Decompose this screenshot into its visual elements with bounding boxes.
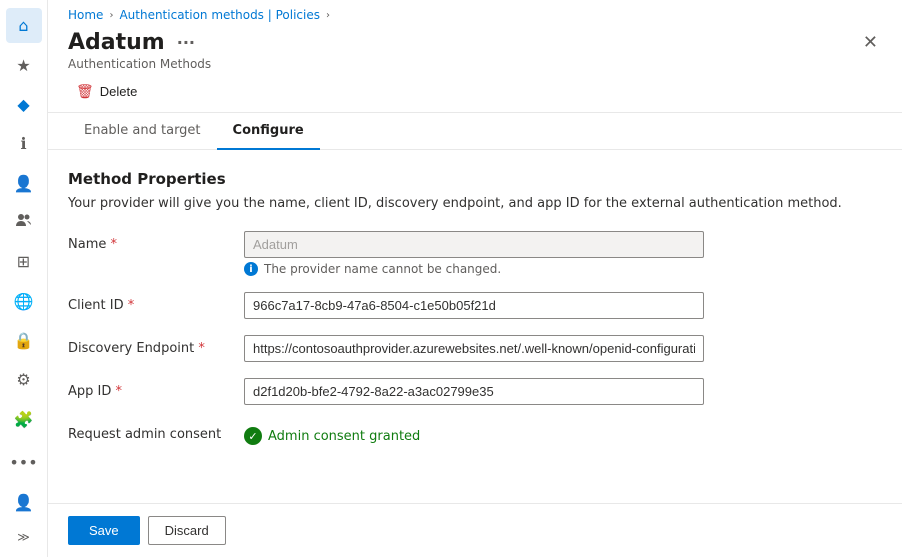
page-title: Adatum	[68, 30, 165, 55]
delete-button[interactable]: 🗑 Delete	[68, 79, 145, 104]
save-button[interactable]: Save	[68, 516, 140, 545]
label-client-id: Client ID *	[68, 292, 228, 313]
form-row-app-id: App ID *	[68, 378, 882, 405]
field-wrap-app-id	[244, 378, 882, 405]
settings-gear-icon: ⚙	[16, 370, 30, 389]
name-input[interactable]	[244, 231, 704, 258]
close-button[interactable]: ✕	[859, 30, 882, 56]
breadcrumb-home[interactable]: Home	[68, 8, 103, 22]
field-wrap-discovery-endpoint	[244, 335, 882, 362]
apps-icon: ⊞	[17, 252, 30, 271]
person-icon: 👤	[14, 174, 34, 193]
field-wrap-consent: ✓ Admin consent granted	[244, 421, 882, 445]
breadcrumb-sep-1: ›	[109, 10, 113, 21]
required-star-name: *	[111, 237, 118, 252]
required-star-app-id: *	[116, 384, 123, 399]
sidebar-icon-group[interactable]	[6, 205, 42, 240]
sidebar-icon-settings[interactable]: ⚙	[6, 362, 42, 397]
sidebar-icon-person[interactable]: 👤	[6, 165, 42, 200]
sidebar: ⌂ ★ ◆ ℹ 👤 ⊞ 🌐 🔒 ⚙ 🧩	[0, 0, 48, 557]
name-field-note: i The provider name cannot be changed.	[244, 262, 882, 276]
required-star-discovery: *	[198, 341, 205, 356]
section-title: Method Properties	[68, 170, 882, 188]
required-star-client-id: *	[128, 298, 135, 313]
sidebar-icon-puzzle[interactable]: 🧩	[6, 402, 42, 437]
form-row-name: Name * i The provider name cannot be cha…	[68, 231, 882, 276]
page-header-left: Adatum ··· Authentication Methods	[68, 30, 211, 71]
form-row-client-id: Client ID *	[68, 292, 882, 319]
sidebar-expand-button[interactable]: ≫	[6, 525, 42, 549]
tab-configure[interactable]: Configure	[217, 113, 320, 150]
label-app-id: App ID *	[68, 378, 228, 399]
group-icon	[16, 212, 32, 232]
sidebar-icon-home[interactable]: ⌂	[6, 8, 42, 43]
footer: Save Discard	[48, 503, 902, 557]
discard-button[interactable]: Discard	[148, 516, 226, 545]
lock-icon: 🔒	[14, 331, 34, 350]
sidebar-icon-apps[interactable]: ⊞	[6, 244, 42, 279]
section-desc: Your provider will give you the name, cl…	[68, 196, 882, 211]
sidebar-icon-lock[interactable]: 🔒	[6, 323, 42, 358]
diamond-icon: ◆	[17, 95, 29, 114]
page-subtitle: Authentication Methods	[68, 57, 211, 71]
info-icon: ℹ	[20, 134, 26, 153]
breadcrumb-sep-2: ›	[326, 10, 330, 21]
page-more-button[interactable]: ···	[173, 31, 199, 54]
delete-icon: 🗑	[76, 83, 94, 100]
sidebar-icon-favorites[interactable]: ★	[6, 47, 42, 82]
sidebar-icon-more[interactable]: •••	[6, 445, 42, 481]
toolbar: 🗑 Delete	[48, 71, 902, 113]
content-area: Method Properties Your provider will giv…	[48, 150, 902, 503]
check-circle-icon: ✓	[244, 427, 262, 445]
star-icon: ★	[16, 56, 30, 75]
info-circle-icon: i	[244, 262, 258, 276]
home-icon: ⌂	[18, 16, 28, 35]
delete-label: Delete	[100, 84, 138, 99]
label-name: Name *	[68, 231, 228, 252]
sidebar-icon-globe[interactable]: 🌐	[6, 284, 42, 319]
page-header: Adatum ··· Authentication Methods ✕	[48, 26, 902, 71]
user-avatar-icon: 👤	[14, 493, 34, 512]
main-panel: Home › Authentication methods | Policies…	[48, 0, 902, 557]
field-wrap-name: i The provider name cannot be changed.	[244, 231, 882, 276]
globe-icon: 🌐	[14, 292, 34, 311]
sidebar-icon-active[interactable]: ◆	[6, 87, 42, 122]
label-discovery-endpoint: Discovery Endpoint *	[68, 335, 228, 356]
app-id-input[interactable]	[244, 378, 704, 405]
sidebar-icon-info[interactable]: ℹ	[6, 126, 42, 161]
sidebar-icon-user[interactable]: 👤	[6, 485, 42, 521]
consent-status-text: Admin consent granted	[268, 429, 420, 444]
discovery-endpoint-input[interactable]	[244, 335, 704, 362]
form-row-consent: Request admin consent ✓ Admin consent gr…	[68, 421, 882, 445]
puzzle-icon: 🧩	[14, 410, 34, 429]
tab-bar: Enable and target Configure	[48, 113, 902, 150]
breadcrumb: Home › Authentication methods | Policies…	[48, 0, 902, 26]
label-consent: Request admin consent	[68, 421, 228, 442]
form-row-discovery-endpoint: Discovery Endpoint *	[68, 335, 882, 362]
breadcrumb-policies[interactable]: Authentication methods | Policies	[119, 8, 320, 22]
consent-status: ✓ Admin consent granted	[244, 421, 882, 445]
tab-enable-and-target[interactable]: Enable and target	[68, 113, 217, 150]
client-id-input[interactable]	[244, 292, 704, 319]
page-title-row: Adatum ···	[68, 30, 211, 55]
chevron-expand-icon: ≫	[17, 530, 30, 544]
field-wrap-client-id	[244, 292, 882, 319]
ellipsis-icon: •••	[9, 453, 37, 472]
